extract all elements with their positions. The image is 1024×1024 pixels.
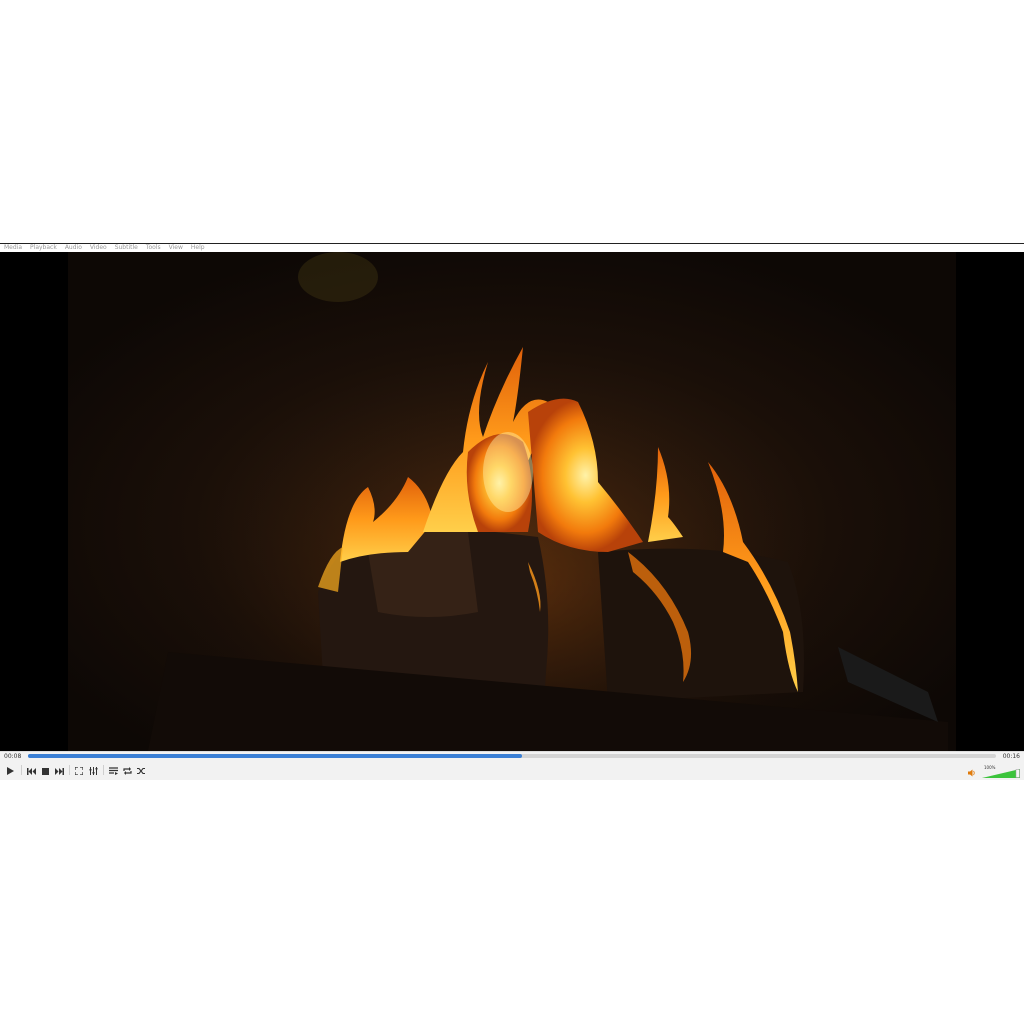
playlist-button[interactable] — [107, 765, 119, 777]
divider — [21, 765, 22, 775]
menubar: Media Playback Audio Video Subtitle Tool… — [0, 244, 1024, 252]
shuffle-icon — [136, 767, 145, 775]
previous-button[interactable] — [25, 765, 37, 777]
loop-button[interactable] — [121, 765, 133, 777]
menu-audio[interactable]: Audio — [65, 244, 82, 252]
elapsed-time: 00:08 — [4, 753, 22, 760]
video-output[interactable] — [0, 252, 1024, 751]
extended-settings-icon — [89, 767, 97, 775]
shuffle-button[interactable] — [135, 765, 147, 777]
stop-icon — [41, 767, 49, 775]
fullscreen-icon — [75, 767, 83, 775]
fireplace-video-frame — [68, 252, 956, 751]
volume-handle[interactable] — [1015, 769, 1020, 778]
next-icon — [54, 767, 64, 775]
menu-playback[interactable]: Playback — [30, 244, 57, 252]
media-player-window: Media Playback Audio Video Subtitle Tool… — [0, 243, 1024, 780]
menu-view[interactable]: View — [169, 244, 183, 252]
previous-icon — [26, 767, 36, 775]
menu-tools[interactable]: Tools — [146, 244, 161, 252]
menu-help[interactable]: Help — [191, 244, 205, 252]
playlist-icon — [108, 767, 118, 775]
controls-bar: 00:08 00:16 100% — [0, 751, 1024, 780]
divider — [103, 765, 104, 775]
stop-button[interactable] — [39, 765, 51, 777]
menu-subtitle[interactable]: Subtitle — [115, 244, 138, 252]
next-button[interactable] — [53, 765, 65, 777]
play-icon — [7, 767, 14, 775]
divider — [69, 765, 70, 775]
menu-video[interactable]: Video — [90, 244, 107, 252]
total-time: 00:16 — [1002, 753, 1020, 760]
seek-progress — [28, 754, 522, 758]
menu-media[interactable]: Media — [4, 244, 22, 252]
loop-icon — [122, 767, 132, 775]
volume-slider[interactable] — [982, 769, 1020, 778]
play-button[interactable] — [3, 764, 17, 778]
extended-settings-button[interactable] — [87, 765, 99, 777]
volume-level — [982, 769, 1020, 778]
speaker-icon[interactable] — [968, 769, 976, 777]
fullscreen-button[interactable] — [73, 765, 85, 777]
seek-bar[interactable] — [28, 754, 996, 758]
